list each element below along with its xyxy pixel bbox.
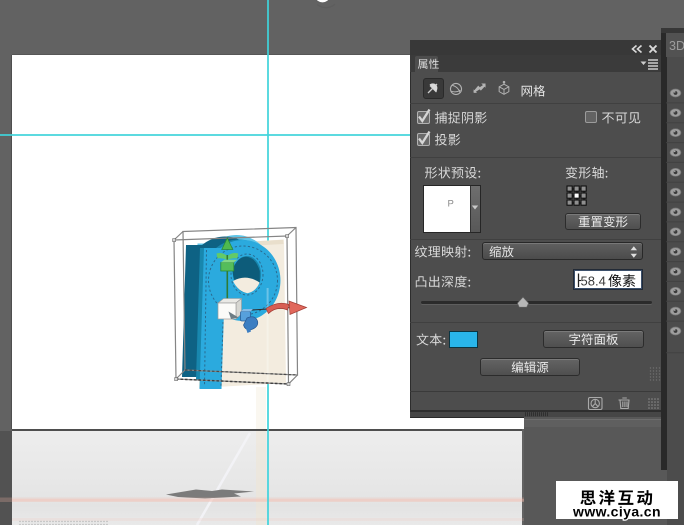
svg-text:P: P [448,199,454,210]
svg-text:3D: 3D [669,39,684,53]
svg-text:58.4: 58.4 [581,273,606,288]
